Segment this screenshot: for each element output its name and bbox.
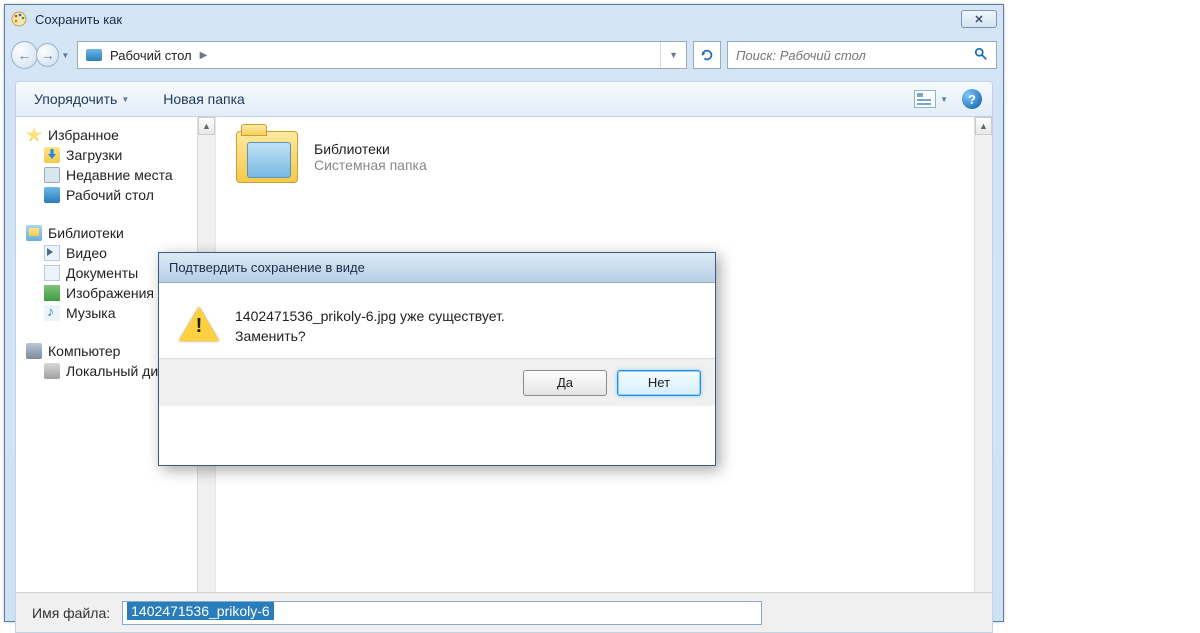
filename-strip: Имя файла: 1402471536_prikoly-6 <box>16 592 992 632</box>
item-type: Системная папка <box>314 157 427 173</box>
new-folder-label: Новая папка <box>163 91 245 107</box>
paint-app-icon <box>11 11 27 27</box>
scroll-up-icon[interactable]: ▲ <box>975 117 992 135</box>
tree-label: Избранное <box>48 127 119 143</box>
warning-icon <box>179 307 219 343</box>
titlebar: Сохранить как ✕ <box>5 5 1003 33</box>
tree-label: Загрузки <box>66 147 122 163</box>
refresh-button[interactable] <box>693 41 721 69</box>
tree-label: Музыка <box>66 305 116 321</box>
libraries-folder-icon <box>236 131 298 183</box>
refresh-icon <box>700 48 714 62</box>
computer-icon <box>26 343 42 359</box>
nav-history-dropdown[interactable]: ▼ <box>61 51 71 60</box>
downloads-icon <box>44 147 60 163</box>
chevron-down-icon: ▼ <box>940 95 948 104</box>
organize-button[interactable]: Упорядочить ▼ <box>26 87 137 111</box>
window-title: Сохранить как <box>35 12 122 27</box>
dialog-buttons: Да Нет <box>159 358 715 406</box>
tree-label: Документы <box>66 265 138 281</box>
recent-icon <box>44 167 60 183</box>
address-location: Рабочий стол <box>110 48 192 63</box>
video-icon <box>44 245 60 261</box>
address-dropdown-icon[interactable]: ▼ <box>660 42 686 68</box>
view-mode-button[interactable]: ▼ <box>914 90 948 108</box>
tree-label: Компьютер <box>48 343 120 359</box>
search-bar[interactable] <box>727 41 997 69</box>
back-button[interactable]: ← <box>11 41 38 69</box>
scroll-up-icon[interactable]: ▲ <box>198 117 215 135</box>
music-icon <box>44 305 60 321</box>
chevron-down-icon: ▼ <box>121 95 129 104</box>
dialog-line2: Заменить? <box>235 327 505 347</box>
tree-label: Библиотеки <box>48 225 124 241</box>
dialog-title: Подтвердить сохранение в виде <box>159 253 715 283</box>
tree-label: Видео <box>66 245 107 261</box>
search-input[interactable] <box>736 48 970 63</box>
tree-label: Изображения <box>66 285 154 301</box>
sidebar-item-downloads[interactable]: Загрузки <box>24 145 215 165</box>
desktop-icon <box>86 49 102 61</box>
main-scrollbar[interactable]: ▲ ▼ <box>974 117 992 632</box>
organize-label: Упорядочить <box>34 91 117 107</box>
address-bar[interactable]: Рабочий стол ▶ ▼ <box>77 41 687 69</box>
help-button[interactable]: ? <box>962 89 982 109</box>
no-button[interactable]: Нет <box>617 370 701 396</box>
list-item[interactable]: Библиотеки Системная папка <box>236 131 988 183</box>
sidebar-item-desktop[interactable]: Рабочий стол <box>24 185 215 205</box>
image-icon <box>44 285 60 301</box>
view-mode-icon <box>914 90 936 108</box>
search-icon[interactable] <box>974 47 988 64</box>
forward-button[interactable]: → <box>36 43 59 67</box>
sidebar-item-libraries[interactable]: Библиотеки <box>24 223 215 243</box>
filename-input[interactable]: 1402471536_prikoly-6 <box>122 601 762 625</box>
document-icon <box>44 265 60 281</box>
disk-icon <box>44 363 60 379</box>
tree-label: Недавние места <box>66 167 173 183</box>
yes-button[interactable]: Да <box>523 370 607 396</box>
breadcrumb-chevron-icon[interactable]: ▶ <box>200 50 208 61</box>
confirm-save-dialog: Подтвердить сохранение в виде 1402471536… <box>158 252 716 466</box>
item-name: Библиотеки <box>314 141 427 157</box>
desktop-icon <box>44 187 60 203</box>
dialog-body: 1402471536_prikoly-6.jpg уже существует.… <box>159 283 715 358</box>
libraries-icon <box>26 225 42 241</box>
toolbar: Упорядочить ▼ Новая папка ▼ ? <box>15 81 993 117</box>
star-icon <box>26 127 42 143</box>
close-button[interactable]: ✕ <box>961 10 997 28</box>
nav-buttons: ← → ▼ <box>11 39 71 71</box>
filename-selected-text: 1402471536_prikoly-6 <box>127 602 274 620</box>
tree-label: Локальный диск <box>66 363 171 379</box>
dialog-message: 1402471536_prikoly-6.jpg уже существует.… <box>235 307 505 346</box>
sidebar-item-favorites[interactable]: Избранное <box>24 125 215 145</box>
filename-label: Имя файла: <box>32 605 110 621</box>
navbar: ← → ▼ Рабочий стол ▶ ▼ <box>11 35 997 75</box>
tree-label: Рабочий стол <box>66 187 154 203</box>
new-folder-button[interactable]: Новая папка <box>155 87 253 111</box>
sidebar-item-recent[interactable]: Недавние места <box>24 165 215 185</box>
dialog-line1: 1402471536_prikoly-6.jpg уже существует. <box>235 307 505 327</box>
